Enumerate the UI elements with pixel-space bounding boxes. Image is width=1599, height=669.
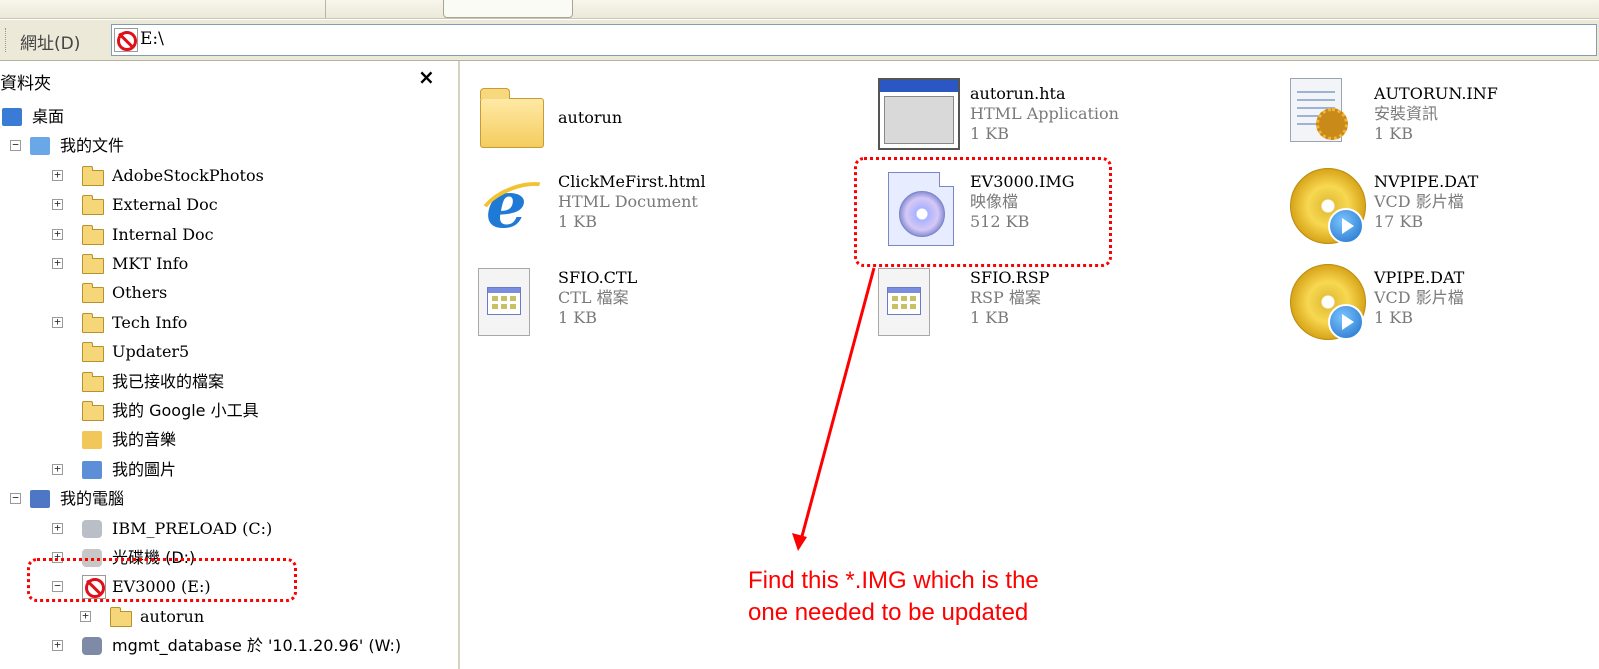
- arrow-line: [799, 267, 876, 541]
- arrow-head: [792, 533, 807, 551]
- annotation-note: Find this *.IMG which is the one needed …: [748, 567, 1039, 626]
